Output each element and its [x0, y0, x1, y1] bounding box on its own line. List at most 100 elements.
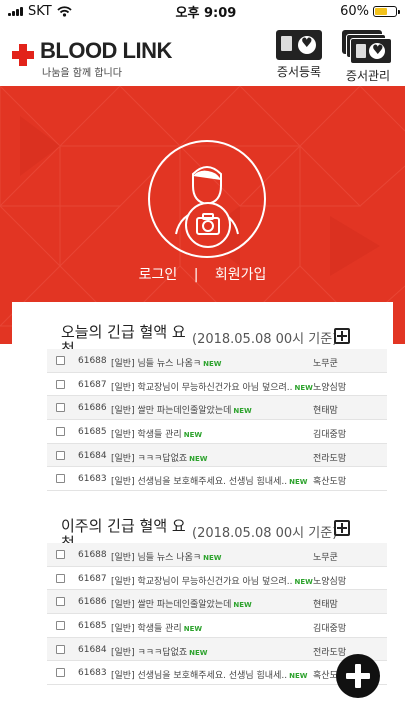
row-checkbox[interactable] — [56, 597, 65, 607]
row-checkbox[interactable] — [56, 550, 65, 559]
row-title[interactable]: [일반] 쌀만 파는데인줄알았는데 NEW — [111, 403, 252, 416]
row-title-text: [일반] 님들 뉴스 나옴ㅋ — [111, 553, 202, 563]
table-row[interactable]: 61687 [일반] 학교장님이 무능하신건가요 아님 덮으려.. NEW 노양심맘 — [47, 567, 387, 591]
certificate-stack-icon — [342, 30, 394, 64]
table-row[interactable]: 61687 [일반] 학교장님이 무능하신건가요 아님 덮으려.. NEW 노양심맘 — [47, 373, 387, 397]
row-checkbox[interactable] — [56, 450, 65, 460]
plus-fab-icon[interactable] — [336, 654, 380, 698]
row-number: 61683 — [78, 474, 107, 485]
new-badge: NEW — [189, 454, 208, 463]
row-checkbox[interactable] — [56, 474, 65, 484]
row-title-text: [일반] 학생들 관리 — [111, 430, 182, 441]
row-title-text: [일반] 학교장님이 무능하신건가요 아님 덮으려.. — [111, 576, 293, 587]
new-badge: NEW — [289, 672, 308, 681]
status-bar: SKT 오후 9:09 60% — [0, 0, 405, 22]
logo-text-group: BLOOD LINK 나눔을 함께 합니다 — [40, 38, 172, 80]
row-title-text: [일반] ㅋㅋㅋ답없죠 — [111, 647, 188, 658]
status-right: 60% — [340, 4, 400, 19]
profile-avatar-button[interactable] — [148, 140, 266, 258]
blood-request-card: 오늘의 긴급 혈액 요청 (2018.05.08 00시 기준) 61688[일… — [12, 302, 393, 721]
row-number: 61688 — [78, 550, 107, 560]
table-row[interactable]: 61686 [일반] 쌀만 파는데인줄알았는데 NEW 현태맘 — [47, 396, 387, 421]
new-badge: NEW — [233, 601, 252, 610]
row-title[interactable]: [일반] 학교장님이 무능하신건가요 아님 덮으려.. NEW — [111, 574, 313, 587]
table-row[interactable]: 61684 [일반] ㅋㅋㅋ답없죠 NEW 전라도맘 — [47, 637, 387, 662]
row-number: 61687 — [78, 379, 107, 390]
camera-icon — [196, 213, 220, 235]
row-title[interactable]: [일반] 쌀만 파는데인줄알았는데 NEW — [111, 597, 252, 610]
blood-cross-icon — [12, 44, 34, 66]
table-row[interactable]: 61685 [일반] 학생들 관리 NEW 김대중맘 — [47, 420, 387, 444]
row-checkbox[interactable] — [56, 403, 65, 413]
new-badge: NEW — [233, 407, 252, 416]
battery-fill — [375, 7, 387, 15]
today-date: (2018.05.08 00시 기준) — [192, 332, 338, 347]
new-badge: NEW — [294, 383, 313, 392]
certificate-manage-label: 증서관리 — [345, 69, 391, 83]
row-title[interactable]: [일반] ㅋㅋㅋ답없죠 NEW — [111, 645, 208, 658]
row-author: 김대중맘 — [313, 624, 347, 635]
row-number: 61685 — [78, 427, 107, 438]
logo-tagline: 나눔을 함께 합니다 — [42, 68, 122, 79]
row-number: 61687 — [78, 573, 107, 584]
battery-icon — [373, 5, 400, 17]
carrier-label: SKT — [28, 3, 52, 19]
row-author: 현태맘 — [313, 406, 338, 417]
row-author: 노양심맘 — [313, 576, 347, 587]
row-author: 전라도맘 — [313, 453, 347, 464]
row-checkbox[interactable] — [56, 621, 65, 631]
login-link[interactable]: 로그인 — [139, 264, 178, 284]
row-title-text: [일반] 학생들 관리 — [111, 624, 182, 635]
week-list: 61688 [일반] 님들 뉴스 나옴ㅋ NEW 노무쿤 61687 [일반] 학교장님이… — [47, 543, 387, 686]
row-title[interactable]: [일반] 학교장님이 무능하신건가요 아님 덮으려.. NEW — [111, 380, 313, 393]
table-row[interactable]: 61688 [일반] 님들 뉴스 나옴ㅋ NEW 노무쿤 — [47, 543, 387, 567]
logo[interactable]: BLOOD LINK 나눔을 함께 합니다 — [12, 40, 172, 79]
signal-icon — [8, 6, 23, 16]
app-header: BLOOD LINK 나눔을 함께 합니다 증서등록 증서관리 — [0, 22, 405, 86]
row-title[interactable]: [일반] 학생들 관리 NEW — [111, 427, 202, 440]
new-badge: NEW — [183, 431, 203, 440]
row-title[interactable]: [일반] 선생님을 보호해주세요. 선생님 힘내세.. NEW — [111, 474, 307, 487]
table-row[interactable]: 61686 [일반] 쌀만 파는데인줄알았는데 NEW 현태맘 — [47, 590, 387, 615]
row-number: 61686 — [78, 597, 107, 608]
row-title[interactable]: [일반] 선생님을 보호해주세요. 선생님 힘내세.. NEW — [111, 668, 307, 681]
table-row[interactable]: 61683 [일반] 선생님을 보호해주세요. 선생님 힘내세.. NEW 혹산도맘 — [47, 467, 387, 492]
row-checkbox[interactable] — [56, 427, 65, 437]
week-date: (2018.05.08 00시 기준) — [192, 526, 338, 541]
certificate-register-button[interactable]: 증서등록 — [276, 30, 322, 80]
row-author: 전라도맘 — [313, 647, 347, 658]
row-title[interactable]: [일반] 님들 뉴스 나옴ㅋ NEW — [111, 356, 222, 369]
row-title[interactable]: [일반] 님들 뉴스 나옴ㅋ NEW — [111, 550, 222, 563]
row-author: 현태맘 — [313, 600, 338, 611]
table-row[interactable]: 61688 [일반] 님들 뉴스 나옴ㅋ NEW 노무쿤 — [47, 349, 387, 373]
row-checkbox[interactable] — [56, 573, 65, 583]
row-checkbox[interactable] — [56, 356, 65, 365]
certificate-manage-button[interactable]: 증서관리 — [342, 30, 394, 84]
clock: 오후 9:09 — [175, 5, 237, 21]
week-more-button[interactable] — [334, 520, 350, 536]
table-row[interactable]: 61684 [일반] ㅋㅋㅋ답없죠 NEW 전라도맘 — [47, 443, 387, 468]
row-checkbox[interactable] — [56, 644, 65, 654]
new-badge: NEW — [183, 625, 203, 634]
row-title-text: [일반] 학교장님이 무능하신건가요 아님 덮으려.. — [111, 382, 293, 393]
row-checkbox[interactable] — [56, 379, 65, 389]
row-author: 노양심맘 — [313, 382, 347, 393]
today-more-button[interactable] — [334, 328, 350, 344]
today-list: 61688 [일반] 님들 뉴스 나옴ㅋ NEW 노무쿤 61687 [일반] 학교장님이… — [47, 349, 387, 492]
certificate-card-icon — [276, 30, 322, 60]
table-row[interactable]: 61685 [일반] 학생들 관리 NEW 김대중맘 — [47, 614, 387, 638]
certificate-register-label: 증서등록 — [276, 65, 322, 79]
row-number: 61683 — [78, 668, 107, 679]
auth-separator: | — [193, 267, 199, 283]
camera-button[interactable] — [185, 202, 231, 248]
logo-title: BLOOD LINK — [40, 38, 172, 63]
row-title[interactable]: [일반] ㅋㅋㅋ답없죠 NEW — [111, 451, 208, 464]
row-number: 61685 — [78, 621, 107, 632]
new-badge: NEW — [294, 577, 313, 586]
row-author: 노무쿤 — [313, 553, 338, 563]
signup-link[interactable]: 회원가입 — [215, 264, 267, 284]
row-title-text: [일반] 선생님을 보호해주세요. 선생님 힘내세.. — [111, 477, 288, 488]
row-checkbox[interactable] — [56, 668, 65, 678]
row-title[interactable]: [일반] 학생들 관리 NEW — [111, 621, 202, 634]
row-title-text: [일반] 쌀만 파는데인줄알았는데 — [111, 406, 232, 417]
